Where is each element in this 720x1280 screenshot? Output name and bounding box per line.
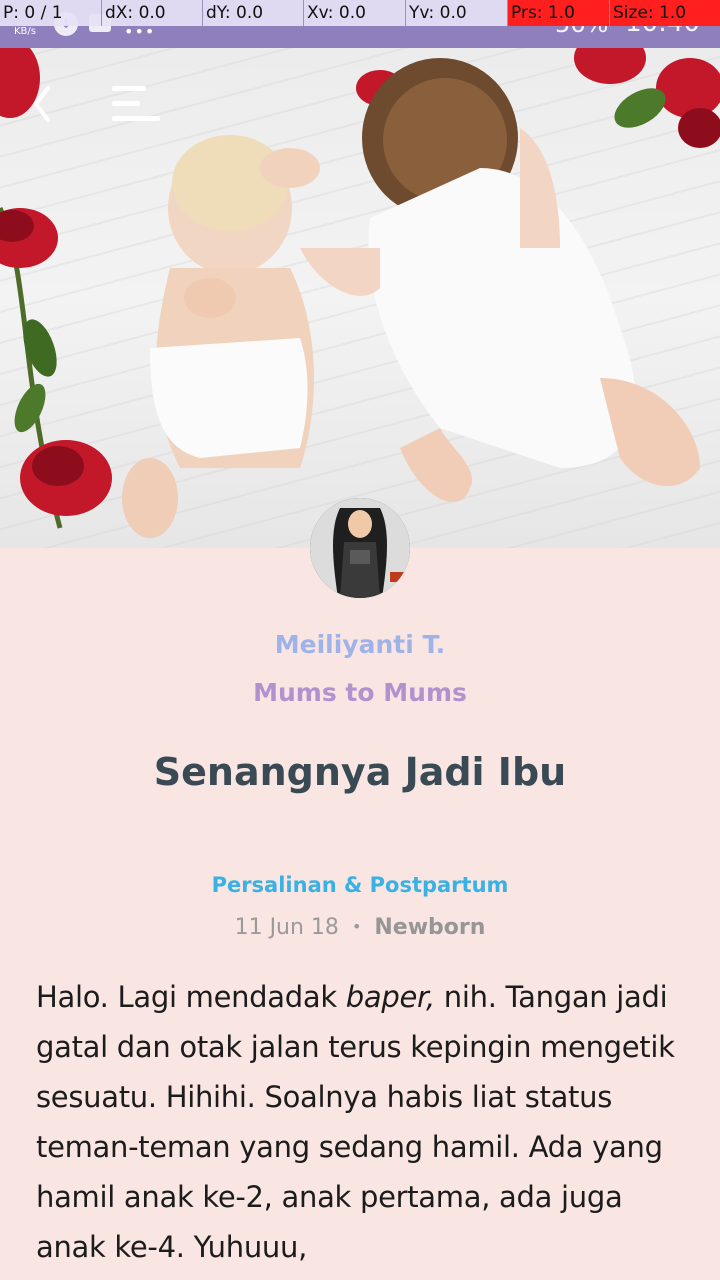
body-text-rest: nih. Tangan jadi gatal dan otak jalan te… [36, 980, 675, 1264]
author-avatar[interactable] [310, 498, 410, 598]
pointer-debug-overlay: P: 0 / 1 dX: 0.0 dY: 0.0 Xv: 0.0 Yv: 0.0… [0, 0, 720, 26]
debug-dx: dX: 0.0 [102, 0, 203, 26]
debug-xv: Xv: 0.0 [304, 0, 406, 26]
body-text-italic: baper, [345, 980, 435, 1014]
debug-pointer: P: 0 / 1 [0, 0, 102, 26]
post-meta: 11 Jun 18 • Newborn [0, 915, 720, 940]
post-tag[interactable]: Newborn [374, 915, 485, 940]
body-text-start: Halo. Lagi mendadak [36, 980, 346, 1014]
post-title: Senangnya Jadi Ibu [153, 750, 567, 794]
back-button[interactable] [24, 80, 60, 128]
menu-icon [112, 86, 160, 121]
post-category[interactable]: Persalinan & Postpartum [0, 873, 720, 897]
debug-size: Size: 1.0 [610, 0, 720, 26]
meta-separator: • [351, 917, 362, 936]
post-body: Halo. Lagi mendadak baper, nih. Tangan j… [36, 972, 692, 1272]
chevron-left-icon [34, 86, 50, 122]
menu-button[interactable] [108, 80, 164, 128]
avatar-photo [310, 498, 410, 598]
post-date: 11 Jun 18 [234, 915, 339, 940]
debug-pressure: Prs: 1.0 [508, 0, 610, 26]
community-name[interactable]: Mums to Mums [0, 678, 720, 707]
debug-yv: Yv: 0.0 [406, 0, 508, 26]
baby-left [122, 135, 320, 538]
debug-dy: dY: 0.0 [203, 0, 304, 26]
author-name[interactable]: Meiliyanti T. [0, 630, 720, 659]
network-speed: KB/s [14, 26, 36, 37]
